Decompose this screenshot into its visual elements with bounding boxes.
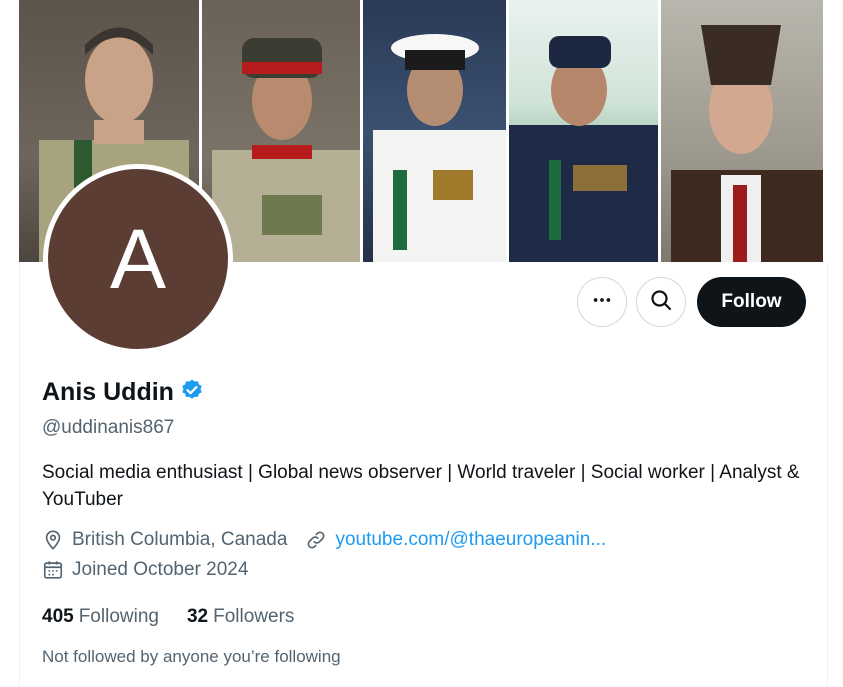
following-label: Following: [78, 606, 159, 627]
location-icon: [42, 529, 64, 551]
profile-stats: 405 Following 32 Followers: [42, 606, 294, 628]
followers-label: Followers: [213, 606, 295, 627]
profile-joined-date: Joined October 2024: [72, 559, 249, 580]
more-icon: [591, 289, 613, 316]
search-icon: [649, 288, 673, 317]
profile-avatar[interactable]: A: [43, 164, 233, 354]
banner-portrait-5: [661, 0, 823, 262]
follow-button[interactable]: Follow: [697, 277, 806, 327]
profile-name-row: Anis Uddin: [42, 378, 204, 407]
link-icon: [305, 529, 327, 551]
verified-badge-icon[interactable]: [180, 378, 204, 407]
profile-website-link[interactable]: youtube.com/@thaeuropeanin...: [335, 529, 606, 551]
banner-portrait-3: [363, 0, 506, 262]
calendar-icon: [42, 559, 64, 581]
banner-portrait-4: [509, 0, 658, 262]
search-profile-button[interactable]: [636, 277, 686, 327]
followers-stat[interactable]: 32 Followers: [187, 606, 294, 628]
more-options-button[interactable]: [577, 277, 627, 327]
followers-count: 32: [186, 606, 209, 627]
following-stat[interactable]: 405 Following: [42, 606, 159, 628]
profile-location: British Columbia, Canada: [72, 529, 288, 550]
profile-name: Anis Uddin: [42, 378, 174, 406]
followers-you-know-notice: Not followed by anyone you’re following: [42, 647, 341, 666]
profile-joined-row: Joined October 2024: [42, 559, 248, 581]
following-count: 405: [42, 606, 74, 627]
profile-handle: @uddinanis867: [42, 417, 175, 438]
profile-bio: Social media enthusiast | Global news ob…: [42, 462, 800, 510]
profile-meta-row: British Columbia, Canada youtube.com/@th…: [42, 529, 606, 551]
avatar-letter: A: [48, 169, 228, 349]
